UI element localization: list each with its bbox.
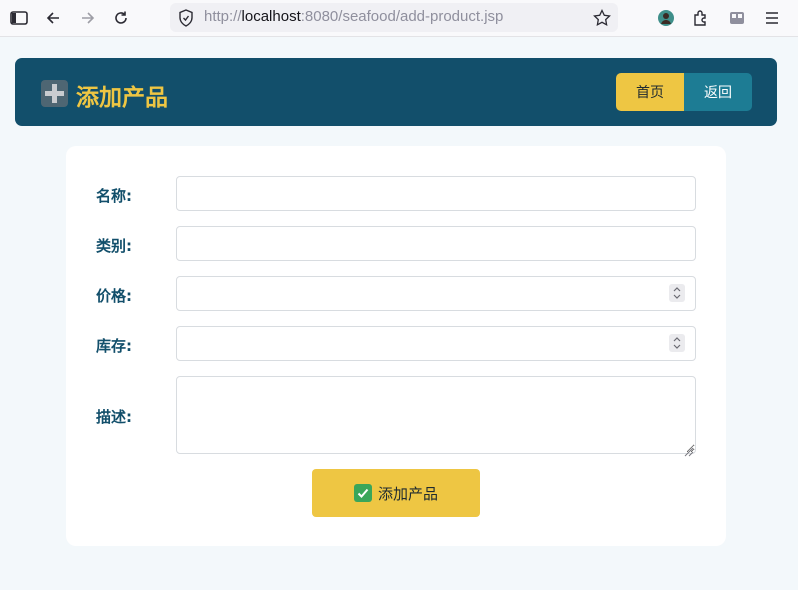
stock-spinner[interactable] <box>669 334 685 352</box>
url-scheme: http:// <box>204 8 242 25</box>
resize-grip-icon[interactable] <box>684 442 694 457</box>
category-label: 类别: <box>96 237 132 255</box>
url-path: :8080/seafood/add-product.jsp <box>300 8 504 25</box>
plus-icon <box>41 80 68 107</box>
home-button[interactable]: 首页 <box>616 73 684 111</box>
category-input[interactable] <box>176 226 696 261</box>
add-product-button[interactable]: 添加产品 <box>312 469 480 517</box>
page-header: 添加产品 首页 返回 <box>15 58 777 126</box>
avatar-icon[interactable] <box>656 8 676 28</box>
stock-label: 库存: <box>96 337 132 355</box>
sidebar-toggle-icon[interactable] <box>9 8 29 28</box>
add-product-form: 名称: 类别: 价格: 库存: 描述: 添加产品 <box>66 146 726 546</box>
description-textarea[interactable] <box>176 376 696 454</box>
check-icon <box>353 484 372 502</box>
price-label: 价格: <box>96 287 132 305</box>
price-spinner[interactable] <box>669 284 685 302</box>
page-title: 添加产品 <box>76 85 168 111</box>
back-button[interactable]: 返回 <box>684 73 752 111</box>
arrow-right-icon[interactable] <box>78 8 98 28</box>
description-label: 描述: <box>96 408 132 426</box>
arrow-left-icon[interactable] <box>43 8 63 28</box>
stock-input[interactable] <box>176 326 696 361</box>
name-input[interactable] <box>176 176 696 211</box>
name-label: 名称: <box>96 187 132 205</box>
url-bar[interactable]: http://localhost:8080/seafood/add-produc… <box>170 3 618 32</box>
hamburger-menu-icon[interactable] <box>762 8 782 28</box>
price-input[interactable] <box>176 276 696 311</box>
puzzle-icon[interactable] <box>691 8 711 28</box>
browser-toolbar: http://localhost:8080/seafood/add-produc… <box>0 0 798 37</box>
star-icon[interactable] <box>592 8 612 28</box>
url-host: localhost <box>241 8 301 25</box>
reload-icon[interactable] <box>111 8 131 28</box>
url-text[interactable]: http://localhost:8080/seafood/add-produc… <box>204 8 503 25</box>
container-icon[interactable] <box>727 8 747 28</box>
shield-icon[interactable] <box>176 8 196 28</box>
add-product-button-label: 添加产品 <box>377 484 438 503</box>
